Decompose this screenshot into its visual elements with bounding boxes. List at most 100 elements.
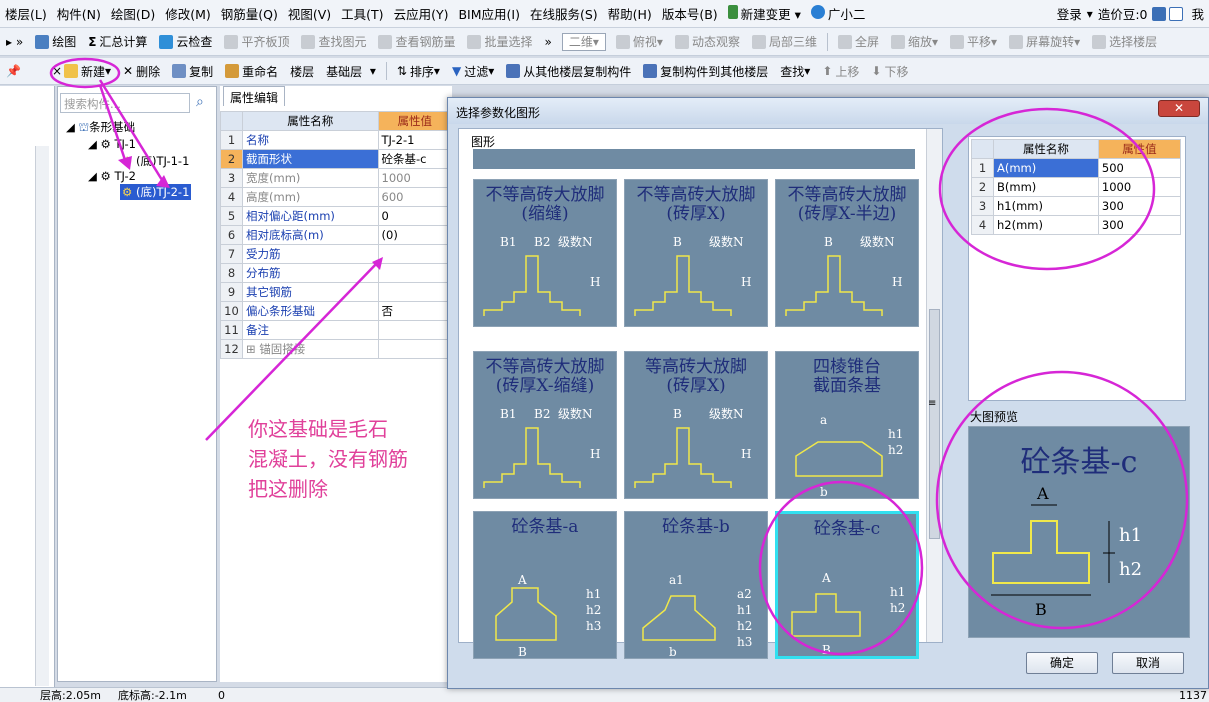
orbit-button[interactable]: 动态观察 — [669, 31, 746, 53]
scroll-thumb[interactable] — [929, 309, 940, 539]
help-icon[interactable] — [1169, 6, 1184, 21]
shape-card[interactable]: 不等高砖大放脚 (砖厚X) B 级数N H — [624, 179, 768, 327]
copy-from-floor-button[interactable]: 从其他楼层复制构件 — [500, 60, 637, 82]
shape-card[interactable]: 等高砖大放脚 (砖厚X) B 级数N H — [624, 351, 768, 499]
left-scrollbar[interactable] — [35, 146, 49, 686]
card-dim-label: h3 — [586, 619, 601, 633]
tree-node-tj2-1-selected[interactable]: ⚙ (底)TJ-2-1 — [120, 184, 192, 200]
menu-bim[interactable]: BIM应用(I) — [453, 4, 525, 23]
login-button[interactable]: 登录 — [1052, 4, 1087, 23]
menu-tools[interactable]: 工具(T) — [336, 4, 388, 23]
menu-help[interactable]: 帮助(H) — [603, 4, 657, 23]
batch-select-button[interactable]: 批量选择 — [461, 31, 538, 53]
shape-card[interactable]: 砼条基-a Ah1 h2 h3 B — [473, 511, 617, 659]
shape-card[interactable]: 不等高砖大放脚 (砖厚X-缩缝) B1 B2 级数N H — [473, 351, 617, 499]
select-floor-button[interactable]: 选择楼层 — [1086, 31, 1163, 53]
table-row[interactable]: 12 ⊞ 锚固搭接 — [220, 339, 453, 359]
shape-card-selected[interactable]: 砼条基-c Ah1 h2 B — [775, 511, 919, 659]
cloud-check-button[interactable]: 云检查 — [153, 31, 218, 53]
tree-node-tj1-1[interactable]: ⚙ (底)TJ-1-1 — [122, 153, 189, 169]
table-row[interactable]: 5 相对偏心距(mm) 0 — [220, 206, 453, 226]
menu-view[interactable]: 视图(V) — [283, 4, 336, 23]
table-row[interactable]: 8 分布筋 — [220, 263, 453, 283]
toolbar-overflow-left[interactable]: ▸ » — [0, 31, 29, 53]
bell-icon[interactable] — [1152, 6, 1167, 21]
copy-to-floor-button[interactable]: 复制构件到其他楼层 — [637, 60, 774, 82]
shape-card[interactable]: 四棱锥台 截面条基 a h1 h2 b — [775, 351, 919, 499]
find-element-button[interactable]: 查找图元 — [295, 31, 372, 53]
expand-icon[interactable]: ⊞ — [246, 342, 259, 356]
table-row[interactable]: 4 h2(mm) 300 — [971, 215, 1182, 235]
menu-floor[interactable]: 楼层(L) — [0, 4, 52, 23]
table-row[interactable]: 1 名称 TJ-2-1 — [220, 130, 453, 150]
menu-assistant[interactable]: 广小二 — [806, 4, 871, 23]
table-row[interactable]: 2 B(mm) 1000 — [971, 177, 1182, 197]
floor-select[interactable]: 基础层 ▾ — [320, 60, 382, 82]
search-input[interactable]: 搜索构件... — [60, 93, 190, 113]
tab-property-edit[interactable]: 属性编辑 — [223, 86, 286, 106]
new-button[interactable]: 新建 ▾ — [58, 60, 117, 82]
menu-component[interactable]: 构件(N) — [52, 4, 106, 23]
table-row[interactable]: 11 备注 — [220, 320, 453, 340]
zoom-button[interactable]: 缩放 ▾ — [885, 31, 944, 53]
shape-card[interactable]: 砼条基-b a1 a2 h1 h2 h3 b — [624, 511, 768, 659]
local-3d-button[interactable]: 局部三维 — [746, 31, 823, 53]
move-down-button[interactable]: ⬇ 下移 — [865, 60, 914, 82]
card-diagram: a h1 h2 b — [795, 413, 903, 498]
cancel-button[interactable]: 取消 — [1112, 652, 1184, 674]
table-row[interactable]: 4 高度(mm) 600 — [220, 187, 453, 207]
top-view-button[interactable]: 俯视 ▾ — [610, 31, 669, 53]
menu-version[interactable]: 版本号(B) — [657, 4, 723, 23]
align-slab-button[interactable]: 平齐板顶 — [218, 31, 295, 53]
close-panel-icon[interactable]: × — [46, 60, 62, 82]
ok-button[interactable]: 确定 — [1026, 652, 1098, 674]
tree-root[interactable]: ◢ ⛫条形基础 — [66, 119, 135, 136]
tree-node-tj1[interactable]: ◢ ⚙ TJ-1 — [88, 137, 136, 151]
card-dim-label: H — [741, 275, 751, 289]
table-row[interactable]: 6 相对底标高(m) (0) — [220, 225, 453, 245]
menu-rebar[interactable]: 钢筋量(Q) — [216, 4, 283, 23]
view-rebar-button[interactable]: 查看钢筋量 — [372, 31, 461, 53]
card-subtitle: (砖厚X) — [666, 376, 726, 396]
filter-button[interactable]: ▼ 过滤 ▾ — [446, 60, 500, 82]
table-row[interactable]: 3 宽度(mm) 1000 — [220, 168, 453, 188]
rename-button[interactable]: 重命名 — [219, 60, 284, 82]
table-row[interactable]: 10 偏心条形基础否 — [220, 301, 453, 321]
toolbar-overflow[interactable]: » — [539, 31, 558, 53]
shape-card[interactable]: 不等高砖大放脚 (砖厚X-半边) B 级数N H — [775, 179, 919, 327]
search-icon[interactable]: ⌕ — [196, 94, 204, 110]
rotate-screen-button[interactable]: 屏幕旋转 ▾ — [1003, 31, 1086, 53]
summary-calc-button[interactable]: Σ 汇总计算 — [82, 31, 153, 53]
table-row[interactable]: 7 受力筋 — [220, 244, 453, 264]
shape-card[interactable]: 不等高砖大放脚 (缩缝) B1 B2 级数N H — [473, 179, 617, 327]
close-button[interactable]: ✕ — [1158, 100, 1200, 117]
table-row[interactable]: 9 其它钢筋 — [220, 282, 453, 302]
card-dim-label: 级数N — [860, 234, 895, 249]
table-row[interactable]: 3 h1(mm) 300 — [971, 196, 1182, 216]
card-dim-label: B — [673, 235, 682, 249]
delete-button[interactable]: ✕ 删除 — [117, 60, 166, 82]
table-row[interactable]: 1 A(mm) 500 — [971, 158, 1182, 178]
view-mode-select[interactable]: 二维 ▾ — [561, 32, 606, 51]
pan-button[interactable]: 平移 ▾ — [944, 31, 1003, 53]
table-row[interactable]: 2 截面形状 砼条基-c — [220, 149, 453, 169]
pin-icon[interactable]: 📌 — [0, 60, 46, 82]
gallery-scrollbar[interactable] — [926, 129, 942, 642]
status-bar: 层高:2.05m 底标高:-2.1m 0 1137 — [0, 687, 1209, 702]
draw-button[interactable]: 绘图 — [29, 31, 82, 53]
fullscreen-button[interactable]: 全屏 — [832, 31, 885, 53]
menu-modify[interactable]: 修改(M) — [160, 4, 216, 23]
menu-online[interactable]: 在线服务(S) — [525, 4, 603, 23]
copy-button[interactable]: 复制 — [166, 60, 219, 82]
find-button[interactable]: 查找 ▾ — [774, 60, 816, 82]
card-dim-label: 级数N — [558, 234, 593, 249]
attr-col-name: 属性名称 — [993, 139, 1099, 159]
right-resize-strip[interactable]: ≡ — [928, 398, 938, 418]
menu-cloud[interactable]: 云应用(Y) — [389, 4, 454, 23]
move-up-button[interactable]: ⬆ 上移 — [816, 60, 865, 82]
menu-new-change[interactable]: 新建变更 ▾ — [723, 4, 806, 23]
menu-overflow[interactable]: 我 — [1186, 4, 1209, 23]
tree-node-tj2[interactable]: ◢ ⚙ TJ-2 — [88, 169, 136, 183]
menu-draw[interactable]: 绘图(D) — [106, 4, 160, 23]
sort-button[interactable]: ⇅ 排序 ▾ — [391, 60, 446, 82]
